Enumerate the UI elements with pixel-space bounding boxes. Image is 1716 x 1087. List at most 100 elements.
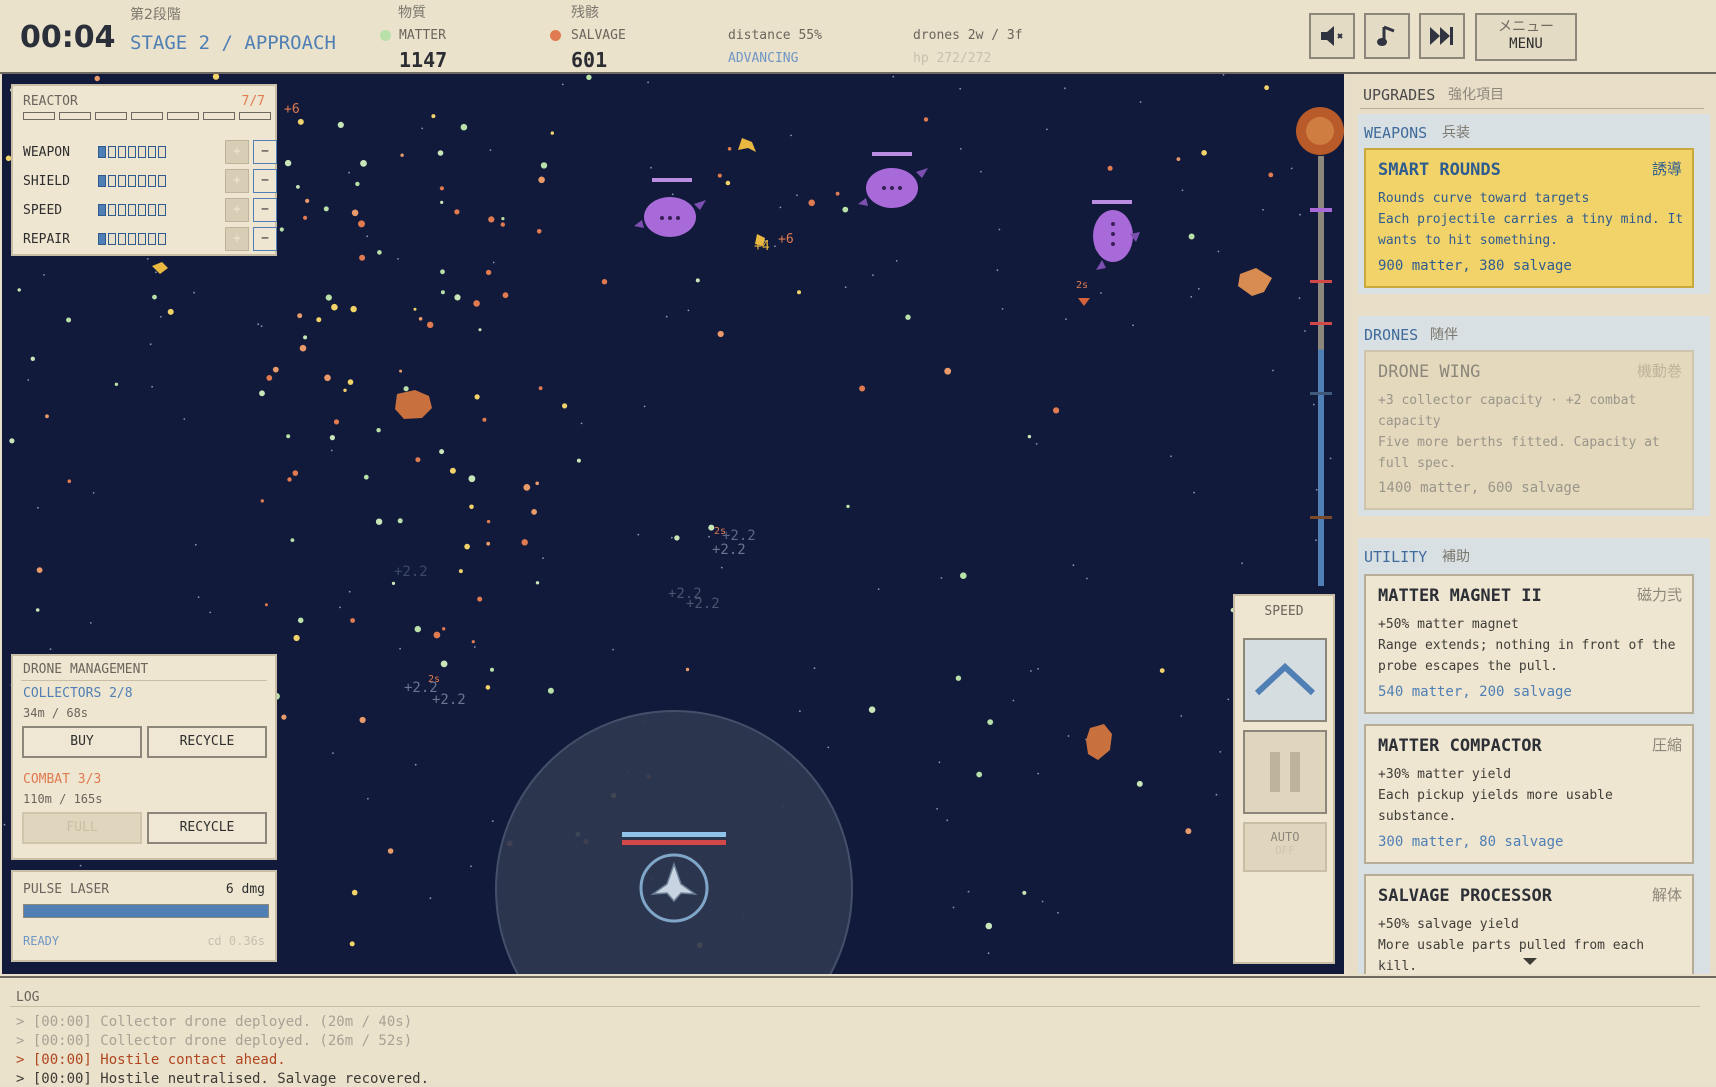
enemy-fighter (1078, 298, 1090, 306)
buy-combat-button[interactable]: FULL (22, 812, 142, 844)
matter-particle (152, 294, 157, 300)
matter-particle (303, 335, 308, 340)
combat-label: COMBAT 3/3 (23, 772, 102, 787)
star (1035, 443, 1038, 445)
matter-particle (1268, 172, 1274, 178)
recycle-combat-button[interactable]: RECYCLE (147, 812, 267, 844)
matter-particle (985, 922, 993, 930)
star (429, 897, 432, 900)
utility-jp: 補助 (1442, 549, 1470, 565)
stage-jp-label: 第2段階 (130, 7, 181, 23)
matter-particle (538, 176, 545, 184)
matter-particle (987, 719, 994, 725)
matter-value: 1147 (399, 48, 448, 72)
star (1037, 668, 1039, 670)
game-viewport[interactable]: +6 +4 +6 +2.2 +2.2 +2.2 +2.2 +2.2 +2.2 +… (2, 74, 1344, 974)
scroll-down-icon[interactable] (1523, 958, 1537, 965)
speed-panel: SPEED AUTO OFF (1233, 594, 1335, 964)
star (998, 228, 1001, 231)
skip-button[interactable] (1419, 13, 1465, 59)
matter-particle (397, 518, 403, 524)
matter-particle (387, 848, 394, 854)
star (665, 315, 668, 318)
matter-particle (695, 278, 700, 283)
top-bar: 00:04 第2段階 STAGE 2 / APPROACH 物質 MATTER … (0, 0, 1716, 74)
reactor-plus-button[interactable]: + (225, 227, 249, 251)
log-line: > [00:00] Hostile neutralised. Salvage r… (16, 1071, 430, 1087)
matter-particle (535, 481, 539, 486)
buy-collector-button[interactable]: BUY (22, 726, 142, 758)
matter-particle (460, 123, 468, 131)
reactor-plus-button[interactable]: + (225, 140, 249, 164)
star (194, 543, 197, 546)
matter-particle (67, 479, 72, 484)
star (643, 405, 646, 408)
matter-particle (808, 199, 815, 207)
matter-particle (292, 470, 299, 476)
menu-button[interactable]: メニュー MENU (1475, 13, 1577, 61)
star (1197, 287, 1200, 290)
reactor-minus-button[interactable]: − (253, 227, 277, 251)
star (260, 325, 263, 327)
star (1217, 250, 1220, 253)
speed-up-button[interactable] (1243, 638, 1327, 722)
star (580, 422, 583, 425)
matter-particle (464, 543, 470, 550)
star (146, 258, 149, 260)
star (367, 797, 369, 800)
utility-title: UTILITY (1364, 548, 1428, 566)
floating-text: 2s (1076, 280, 1089, 291)
star (160, 315, 162, 318)
collectors-time: 34m / 68s (23, 706, 89, 720)
pause-button[interactable] (1243, 730, 1327, 814)
weapon-charge-bar (23, 904, 269, 918)
recycle-collector-button[interactable]: RECYCLE (147, 726, 267, 758)
star (37, 506, 39, 509)
enemy-fighter (152, 262, 168, 274)
matter-particle (299, 344, 307, 352)
matter-particle (469, 504, 474, 510)
menu-jp-label: メニュー (1498, 19, 1554, 35)
star (1290, 167, 1293, 170)
music-button[interactable] (1364, 13, 1410, 59)
star (89, 622, 92, 624)
matter-particle (547, 687, 554, 694)
matter-particle (540, 162, 548, 169)
matter-particle (488, 216, 495, 223)
upgrade-card-matter-magnet[interactable]: MATTER MAGNET II 磁力弐 +50% matter magnet … (1364, 574, 1694, 714)
drone-management-panel: DRONE MANAGEMENT COLLECTORS 2/8 34m / 68… (11, 654, 277, 860)
star (813, 667, 816, 670)
reactor-minus-button[interactable]: − (253, 198, 277, 222)
matter-particle (281, 714, 287, 720)
reactor-plus-button[interactable]: + (225, 198, 249, 222)
star (1180, 715, 1183, 717)
auto-label: AUTO (1270, 830, 1300, 844)
matter-particle (35, 608, 40, 612)
matter-particle (360, 160, 367, 167)
salvage-dot-icon (550, 30, 561, 41)
card-description: +50% salvage yield More usable parts pul… (1378, 914, 1684, 974)
reactor-plus-button[interactable]: + (225, 169, 249, 193)
matter-particle (351, 889, 358, 896)
matter-particle (316, 317, 322, 323)
stage-label: STAGE 2 / APPROACH (130, 32, 336, 54)
star (1304, 330, 1306, 332)
star (151, 385, 154, 388)
auto-button[interactable]: AUTO OFF (1243, 822, 1327, 872)
matter-particle (325, 294, 332, 301)
upgrade-card-matter-compactor[interactable]: MATTER COMPACTOR 圧縮 +30% matter yield Ea… (1364, 724, 1694, 864)
star (1193, 491, 1195, 494)
matter-particle (358, 220, 365, 228)
matter-particle (725, 180, 731, 186)
matter-particle (976, 771, 983, 778)
matter-particle (454, 294, 461, 301)
upgrade-card-smart-rounds[interactable]: SMART ROUNDS 誘導 Rounds curve toward targ… (1364, 148, 1694, 288)
sound-button[interactable] (1309, 13, 1355, 59)
reactor-minus-button[interactable]: − (253, 169, 277, 193)
matter-particle (350, 618, 355, 623)
reactor-minus-button[interactable]: − (253, 140, 277, 164)
matter-particle (45, 414, 49, 419)
matter-particle (835, 191, 840, 196)
matter-particle (286, 434, 291, 439)
upgrade-card-drone-wing[interactable]: DRONE WING 機動巻 +3 collector capacity · +… (1364, 350, 1694, 510)
